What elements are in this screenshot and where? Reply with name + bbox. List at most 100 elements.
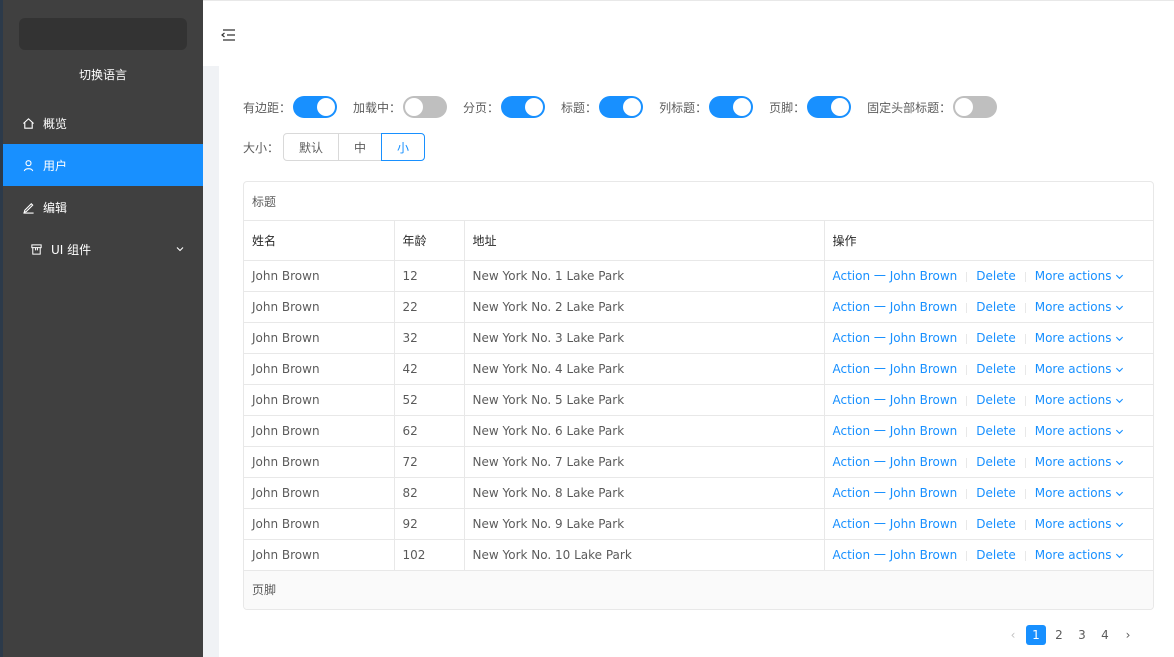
menu-fold-icon[interactable]: [219, 26, 237, 44]
delete-link[interactable]: Delete: [976, 393, 1015, 407]
chevron-down-icon: [1116, 491, 1124, 497]
divider: [966, 519, 968, 530]
chevron-down-icon: [1116, 398, 1124, 404]
delete-link[interactable]: Delete: [976, 517, 1015, 531]
sidebar-menu: 概览 用户 编辑 UI 组件: [3, 102, 203, 270]
switch-knob: [405, 98, 424, 116]
delete-link[interactable]: Delete: [976, 455, 1015, 469]
more-actions-link[interactable]: More actions: [1035, 424, 1125, 438]
delete-link[interactable]: Delete: [976, 486, 1015, 500]
column-header-action[interactable]: 操作: [824, 221, 1153, 261]
more-actions-link[interactable]: More actions: [1035, 300, 1125, 314]
table-settings: 有边距： 加载中： 分页： 标题： 列标题： 页脚： 固定头部标题：: [243, 96, 1013, 118]
chevron-down-icon: [1116, 429, 1124, 435]
row-action-link[interactable]: Action 一 John Brown: [833, 517, 958, 531]
more-actions-link[interactable]: More actions: [1035, 393, 1125, 407]
sidebar-item-ui-components[interactable]: UI 组件: [3, 228, 203, 270]
next-page-icon[interactable]: ›: [1118, 625, 1138, 645]
switch-knob: [525, 98, 544, 116]
setting-title: 标题：: [561, 96, 644, 118]
divider: [966, 426, 968, 437]
sidebar-item-users[interactable]: 用户: [3, 144, 203, 186]
row-action-link[interactable]: Action 一 John Brown: [833, 331, 958, 345]
column-header-name[interactable]: 姓名: [244, 221, 395, 261]
cell-actions: Action 一 John Brown Delete More actions: [824, 384, 1153, 416]
setting-column-header: 列标题：: [659, 96, 754, 118]
cell-address: New York No. 4 Lake Park: [464, 353, 825, 385]
cell-actions: Action 一 John Brown Delete More actions: [824, 508, 1153, 540]
row-action-link[interactable]: Action 一 John Brown: [833, 300, 958, 314]
row-action-link[interactable]: Action 一 John Brown: [833, 424, 958, 438]
bordered-switch[interactable]: [293, 96, 338, 118]
cell-name: John Brown: [244, 477, 395, 509]
pagination-switch[interactable]: [501, 96, 546, 118]
chevron-down-icon: [1116, 274, 1124, 280]
divider: [1024, 364, 1026, 375]
row-action-link[interactable]: Action 一 John Brown: [833, 393, 958, 407]
more-actions-link[interactable]: More actions: [1035, 486, 1125, 500]
more-actions-link[interactable]: More actions: [1035, 517, 1125, 531]
setting-label: 列标题：: [659, 100, 708, 115]
column-header-switch[interactable]: [709, 96, 754, 118]
shop-icon: [29, 242, 43, 256]
page-1[interactable]: 1: [1026, 625, 1046, 645]
more-actions-link[interactable]: More actions: [1035, 269, 1125, 283]
sidebar-item-overview[interactable]: 概览: [3, 102, 203, 144]
delete-link[interactable]: Delete: [976, 548, 1015, 562]
pagination: ‹ 1 2 3 4 ›: [1000, 625, 1138, 645]
column-header-address[interactable]: 地址: [464, 221, 825, 261]
size-small-button[interactable]: 小: [381, 133, 426, 161]
row-action-link[interactable]: Action 一 John Brown: [833, 486, 958, 500]
fixed-header-switch[interactable]: [953, 96, 998, 118]
cell-address: New York No. 5 Lake Park: [464, 384, 825, 416]
chevron-down-icon: [1116, 305, 1124, 311]
setting-label: 有边距：: [243, 100, 292, 115]
prev-page-icon[interactable]: ‹: [1003, 625, 1023, 645]
page-4[interactable]: 4: [1095, 625, 1115, 645]
size-default-button[interactable]: 默认: [283, 133, 340, 161]
delete-link[interactable]: Delete: [976, 300, 1015, 314]
more-actions-link[interactable]: More actions: [1035, 331, 1125, 345]
language-switch[interactable]: 切换语言: [3, 66, 203, 83]
delete-link[interactable]: Delete: [976, 331, 1015, 345]
cell-name: John Brown: [244, 446, 395, 478]
divider: [966, 550, 968, 561]
setting-label: 标题：: [561, 100, 598, 115]
row-action-link[interactable]: Action 一 John Brown: [833, 548, 958, 562]
row-action-link[interactable]: Action 一 John Brown: [833, 455, 958, 469]
setting-pagination: 分页：: [463, 96, 546, 118]
loading-switch[interactable]: [403, 96, 448, 118]
delete-link[interactable]: Delete: [976, 362, 1015, 376]
table-title: 标题: [244, 182, 1153, 221]
more-actions-label: More actions: [1034, 362, 1112, 376]
chevron-down-icon: [1116, 522, 1124, 528]
page-3[interactable]: 3: [1072, 625, 1092, 645]
main-content: 有边距： 加载中： 分页： 标题： 列标题： 页脚： 固定头部标题： 大小： 默…: [219, 66, 1174, 657]
header: [203, 0, 1174, 66]
setting-label: 页脚：: [769, 100, 806, 115]
title-switch[interactable]: [599, 96, 644, 118]
more-actions-link[interactable]: More actions: [1035, 455, 1125, 469]
footer-switch[interactable]: [807, 96, 852, 118]
size-middle-button[interactable]: 中: [338, 133, 383, 161]
more-actions-link[interactable]: More actions: [1035, 362, 1125, 376]
cell-address: New York No. 6 Lake Park: [464, 415, 825, 447]
table-row: John Brown 82 New York No. 8 Lake Park Acti…: [244, 477, 1153, 509]
row-action-link[interactable]: Action 一 John Brown: [833, 362, 958, 376]
row-action-link[interactable]: Action 一 John Brown: [833, 269, 958, 283]
table-row: John Brown 12 New York No. 1 Lake Park Acti…: [244, 260, 1153, 292]
page-2[interactable]: 2: [1049, 625, 1069, 645]
delete-link[interactable]: Delete: [976, 269, 1015, 283]
chevron-down-icon: [175, 243, 185, 257]
more-actions-label: More actions: [1034, 424, 1112, 438]
cell-address: New York No. 9 Lake Park: [464, 508, 825, 540]
sidebar: 切换语言 概览 用户 编辑 UI 组件: [0, 0, 203, 657]
chevron-down-icon: [1116, 336, 1124, 342]
more-actions-link[interactable]: More actions: [1035, 548, 1125, 562]
more-actions-label: More actions: [1034, 300, 1112, 314]
edit-icon: [21, 200, 35, 214]
divider: [1024, 519, 1026, 530]
sidebar-item-edit[interactable]: 编辑: [3, 186, 203, 228]
delete-link[interactable]: Delete: [976, 424, 1015, 438]
column-header-age[interactable]: 年龄: [394, 221, 465, 261]
